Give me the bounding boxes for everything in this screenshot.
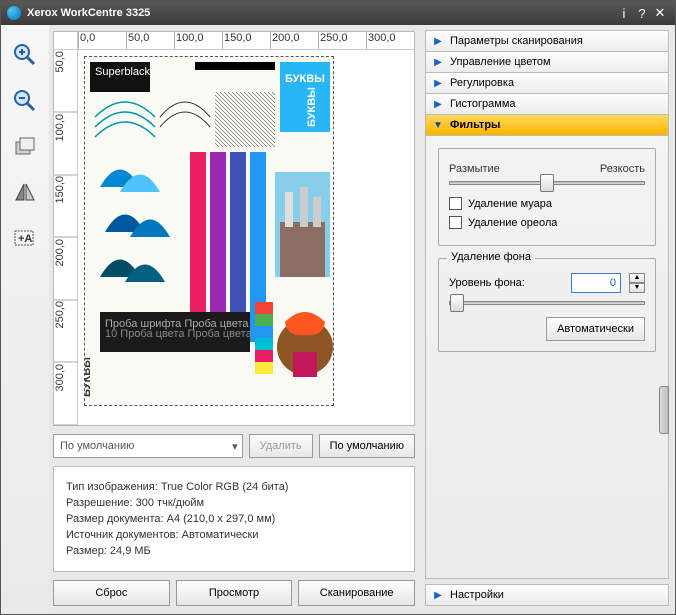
svg-text:Superblack: Superblack — [95, 66, 151, 78]
info-doc-size: Размер документа: A4 (210,0 x 297,0 мм) — [66, 513, 402, 525]
slider-thumb[interactable] — [540, 174, 554, 192]
scan-preview[interactable]: БУКВЫ БУКВЫ Superblack — [84, 56, 334, 406]
window-title: Xerox WorkCentre 3325 — [27, 7, 615, 19]
chevron-down-icon: ▼ — [432, 119, 444, 131]
info-panel: Тип изображения: True Color RGB (24 бита… — [53, 466, 415, 572]
accordion-adjust[interactable]: ▶Регулировка — [425, 72, 669, 94]
filters-panel: Размытие Резкость Удаление муара Удалени… — [425, 136, 669, 579]
panel-scroll-handle[interactable] — [659, 386, 669, 434]
ruler-vertical: 50,0100,0150,0200,0250,0300,0 — [54, 50, 78, 425]
close-button[interactable]: ✕ — [651, 5, 669, 21]
chevron-right-icon: ▶ — [432, 98, 444, 110]
titlebar: Xerox WorkCentre 3325 i ? ✕ — [1, 1, 675, 25]
accordion-histogram[interactable]: ▶Гистограмма — [425, 93, 669, 115]
chevron-right-icon: ▶ — [432, 35, 444, 47]
auto-button[interactable]: Автоматически — [546, 317, 645, 341]
tool-strip: +A — [1, 25, 49, 614]
svg-text:БУКВЫ: БУКВЫ — [285, 73, 325, 85]
help-button[interactable]: ? — [633, 6, 651, 21]
spinner-down[interactable]: ▼ — [629, 283, 645, 293]
bg-level-input[interactable] — [571, 273, 621, 293]
blur-sharp-slider[interactable] — [449, 181, 645, 185]
app-icon — [7, 6, 21, 20]
info-size: Размер: 24,9 МБ — [66, 545, 402, 557]
spinner-up[interactable]: ▲ — [629, 273, 645, 283]
accordion-color-mgmt[interactable]: ▶Управление цветом — [425, 51, 669, 73]
checkbox-icon — [449, 216, 462, 229]
chevron-right-icon: ▶ — [432, 56, 444, 68]
info-image-type: Тип изображения: True Color RGB (24 бита… — [66, 481, 402, 493]
bg-removal-title: Удаление фона — [447, 251, 535, 263]
dehalo-checkbox[interactable]: Удаление ореола — [449, 216, 645, 229]
slider-thumb[interactable] — [450, 294, 464, 312]
chevron-down-icon: ▾ — [232, 440, 238, 453]
bg-level-label: Уровень фона: — [449, 277, 563, 289]
default-preset-button[interactable]: По умолчанию — [319, 434, 415, 458]
demoire-checkbox[interactable]: Удаление муара — [449, 197, 645, 210]
sharp-label: Резкость — [600, 163, 645, 175]
checkbox-icon — [449, 197, 462, 210]
rotate-button[interactable] — [9, 131, 41, 163]
svg-text:10 Проба цвета Проба цвета 100: 10 Проба цвета Проба цвета 100 — [105, 328, 273, 340]
blur-label: Размытие — [449, 163, 500, 175]
preview-canvas[interactable]: БУКВЫ БУКВЫ Superblack — [78, 50, 414, 425]
ruler-horizontal: 0,050,0100,0150,0200,0250,0300,0 — [78, 32, 414, 50]
preview-area: 0,050,0100,0150,0200,0250,0300,0 50,0100… — [53, 31, 415, 426]
zoom-out-button[interactable] — [9, 85, 41, 117]
zoom-in-button[interactable] — [9, 39, 41, 71]
chevron-right-icon: ▶ — [432, 77, 444, 89]
info-button[interactable]: i — [615, 6, 633, 21]
svg-text:+A: +A — [18, 233, 32, 245]
mirror-button[interactable] — [9, 177, 41, 209]
info-source: Источник документов: Автоматически — [66, 529, 402, 541]
chevron-right-icon: ▶ — [432, 589, 444, 601]
preview-button[interactable]: Просмотр — [176, 580, 293, 606]
scan-button[interactable]: Сканирование — [298, 580, 415, 606]
svg-text:БУКВЫ: БУКВЫ — [85, 357, 93, 397]
accordion-scan-params[interactable]: ▶Параметры сканирования — [425, 30, 669, 52]
accordion-filters[interactable]: ▼Фильтры — [425, 114, 669, 136]
delete-preset-button[interactable]: Удалить — [249, 434, 313, 458]
accordion-settings[interactable]: ▶Настройки — [425, 584, 669, 606]
preset-combo[interactable]: По умолчанию ▾ — [53, 434, 243, 458]
info-resolution: Разрешение: 300 тчк/дюйм — [66, 497, 402, 509]
svg-text:БУКВЫ: БУКВЫ — [306, 87, 318, 127]
bg-level-slider[interactable] — [449, 301, 645, 305]
auto-area-button[interactable]: +A — [9, 223, 41, 255]
reset-button[interactable]: Сброс — [53, 580, 170, 606]
